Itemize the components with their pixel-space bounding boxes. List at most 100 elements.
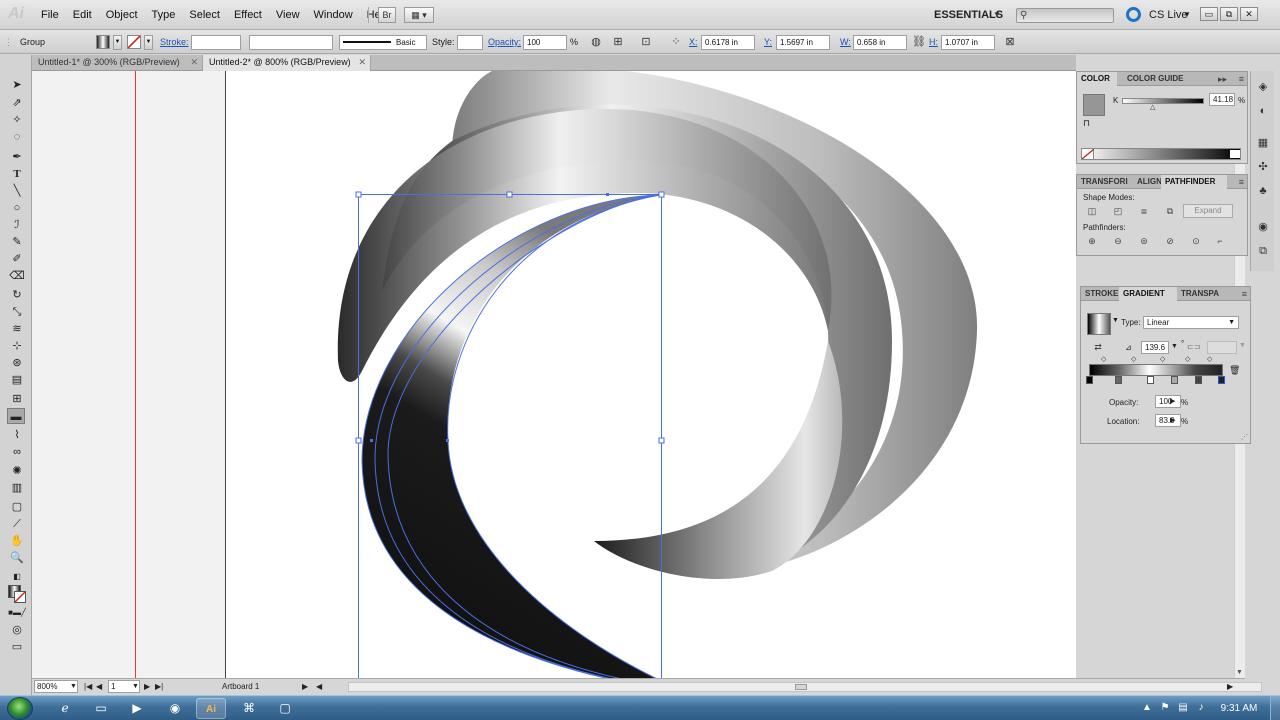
y-position-field[interactable]: 1.5697 in bbox=[776, 35, 830, 50]
k-value-field[interactable]: 41.18 bbox=[1209, 93, 1235, 106]
start-button[interactable] bbox=[7, 697, 33, 720]
blend-tool-icon[interactable]: ∞ bbox=[8, 444, 26, 460]
chevron-down-icon[interactable]: ▼ bbox=[132, 679, 139, 694]
midpoint-diamond[interactable]: ◇ bbox=[1185, 355, 1190, 363]
artboard-canvas[interactable] bbox=[32, 71, 1076, 678]
align-to-selection-icon[interactable]: ⊞ bbox=[610, 34, 626, 50]
chevron-down-icon[interactable]: ▼ bbox=[1228, 317, 1235, 328]
gradient-stop[interactable] bbox=[1171, 376, 1178, 384]
layers-icon[interactable]: ⧉ bbox=[1255, 243, 1271, 259]
draw-mode-icon[interactable]: ◎ bbox=[8, 622, 26, 638]
window-app-icon[interactable]: ▢ bbox=[270, 698, 300, 719]
stroke-weight-field[interactable] bbox=[191, 35, 241, 50]
slice-tool-icon[interactable]: ⟋ bbox=[8, 516, 26, 532]
last-artboard-icon[interactable]: ▶| bbox=[155, 679, 163, 694]
chrome-icon[interactable]: ◉ bbox=[160, 698, 190, 719]
eraser-tool-icon[interactable]: ⌫ bbox=[8, 268, 26, 284]
artwork[interactable] bbox=[32, 71, 1076, 678]
chevron-down-icon[interactable]: ▼ bbox=[1112, 317, 1119, 324]
line-tool-icon[interactable]: ╲ bbox=[8, 183, 26, 199]
swatches-icon[interactable]: ▦ bbox=[1255, 135, 1271, 151]
variable-width-profile[interactable] bbox=[249, 35, 333, 50]
midpoint-diamond[interactable]: ◇ bbox=[1101, 355, 1106, 363]
default-colors-icon[interactable]: ◧ bbox=[8, 569, 26, 585]
gradient-stop[interactable] bbox=[1115, 376, 1122, 384]
perspective-grid-tool-icon[interactable]: ▤ bbox=[8, 372, 26, 388]
scroll-right-icon[interactable]: ▶ bbox=[1227, 679, 1233, 694]
stop-location-field[interactable]: 83.0 bbox=[1155, 414, 1181, 427]
tab-gradient[interactable]: GRADIENT bbox=[1119, 287, 1177, 301]
tab-align[interactable]: ALIGN bbox=[1133, 175, 1163, 189]
exclude-icon[interactable]: ⧉ bbox=[1163, 205, 1177, 218]
y-label[interactable]: Y: bbox=[764, 30, 772, 54]
out-of-gamut-icon[interactable]: ⊓ bbox=[1083, 118, 1090, 129]
menu-window[interactable]: Window bbox=[307, 0, 360, 30]
shape-builder-tool-icon[interactable]: ⊛ bbox=[8, 355, 26, 371]
gradient-slider-bar[interactable] bbox=[1089, 364, 1223, 376]
cs-live-button[interactable]: CS Live bbox=[1149, 0, 1188, 30]
status-menu-icon[interactable]: ▶ bbox=[302, 679, 308, 694]
minimize-button[interactable]: ▭ bbox=[1200, 7, 1218, 21]
chevron-down-icon[interactable]: ▼ bbox=[70, 679, 77, 694]
panel-menu-icon[interactable]: ≡ bbox=[1239, 175, 1244, 189]
anchor-point[interactable] bbox=[370, 439, 373, 442]
eyedropper-tool-icon[interactable]: ⌇ bbox=[8, 427, 26, 443]
fill-color-swatch[interactable] bbox=[1083, 94, 1105, 116]
tab-untitled-1[interactable]: Untitled-1* @ 300% (RGB/Preview) ✕ bbox=[32, 55, 203, 71]
help-search-input[interactable]: ⚲ bbox=[1016, 8, 1114, 23]
tab-color[interactable]: COLOR bbox=[1077, 72, 1117, 86]
collapse-icon[interactable]: ▸▸ bbox=[1218, 72, 1227, 86]
stroke-swatch[interactable] bbox=[127, 35, 141, 49]
bbox-handle-top-left[interactable] bbox=[355, 191, 362, 198]
isolate-group-icon[interactable]: ⊡ bbox=[638, 34, 654, 50]
merge-icon[interactable]: ⊜ bbox=[1137, 235, 1151, 248]
column-graph-tool-icon[interactable]: ▥ bbox=[8, 480, 26, 496]
artboard-tool-icon[interactable]: ▢ bbox=[8, 499, 26, 515]
close-icon[interactable]: ✕ bbox=[190, 55, 198, 70]
network-icon[interactable]: ▤ bbox=[1176, 701, 1190, 715]
opacity-panel-link[interactable]: Opacity: bbox=[488, 30, 521, 54]
direct-selection-tool-icon[interactable]: ⇗ bbox=[8, 95, 26, 111]
lasso-tool-icon[interactable]: ◌ bbox=[8, 129, 26, 145]
reference-point-icon[interactable]: ⁘ bbox=[668, 34, 684, 50]
first-artboard-icon[interactable]: |◀ bbox=[84, 679, 92, 694]
chevron-down-icon[interactable]: ▼ bbox=[993, 8, 1001, 22]
stroke-panel-link[interactable]: Stroke: bbox=[160, 30, 189, 54]
reverse-gradient-icon[interactable]: ⇄ bbox=[1091, 341, 1105, 354]
recolor-artwork-icon[interactable]: ◍ bbox=[588, 34, 604, 50]
minus-back-icon[interactable]: ⌐ bbox=[1213, 235, 1227, 248]
free-transform-tool-icon[interactable]: ⊹ bbox=[8, 338, 26, 354]
transform-panel-icon[interactable]: ⊠ bbox=[1002, 34, 1018, 50]
width-field[interactable]: 0.658 in bbox=[853, 35, 907, 50]
warp-tool-icon[interactable]: ≋ bbox=[8, 321, 26, 337]
height-label[interactable]: H: bbox=[929, 30, 938, 54]
tab-transform[interactable]: TRANSFORI bbox=[1077, 175, 1133, 189]
tab-color-guide[interactable]: COLOR GUIDE bbox=[1123, 72, 1203, 86]
unite-icon[interactable]: ◫ bbox=[1085, 205, 1099, 218]
color-spectrum-bar[interactable] bbox=[1081, 148, 1241, 160]
network-app-icon[interactable]: ⌘ bbox=[234, 698, 264, 719]
opacity-stepper[interactable]: ▶ bbox=[1170, 397, 1175, 405]
scroll-down-icon[interactable]: ▼ bbox=[1236, 669, 1243, 676]
white-swatch[interactable] bbox=[1230, 150, 1240, 158]
menu-select[interactable]: Select bbox=[182, 0, 227, 30]
midpoint-diamond[interactable]: ◇ bbox=[1207, 355, 1212, 363]
divide-icon[interactable]: ⊕ bbox=[1085, 235, 1099, 248]
previous-artboard-icon[interactable]: ◀ bbox=[96, 679, 102, 694]
screen-mode-icon[interactable]: ▭ bbox=[8, 639, 26, 655]
gradient-stop[interactable] bbox=[1195, 376, 1202, 384]
symbol-sprayer-tool-icon[interactable]: ✺ bbox=[8, 463, 26, 479]
magic-wand-tool-icon[interactable]: ✧ bbox=[8, 112, 26, 128]
gradient-stop[interactable] bbox=[1147, 376, 1154, 384]
menu-view[interactable]: View bbox=[269, 0, 307, 30]
anchor-point[interactable] bbox=[606, 193, 609, 196]
tab-untitled-2[interactable]: Untitled-2* @ 800% (RGB/Preview) ✕ bbox=[203, 55, 371, 71]
media-player-icon[interactable]: ▶ bbox=[122, 698, 152, 719]
midpoint-diamond[interactable]: ◇ bbox=[1160, 355, 1165, 363]
link-proportions-icon[interactable]: ⛓ bbox=[911, 34, 927, 50]
cs-live-icon[interactable] bbox=[1126, 7, 1141, 22]
midpoint-diamond[interactable]: ◇ bbox=[1131, 355, 1136, 363]
stroke-proxy[interactable] bbox=[14, 591, 26, 603]
gradient-preview-swatch[interactable] bbox=[1087, 313, 1111, 335]
fill-stroke-proxy[interactable] bbox=[8, 585, 26, 603]
